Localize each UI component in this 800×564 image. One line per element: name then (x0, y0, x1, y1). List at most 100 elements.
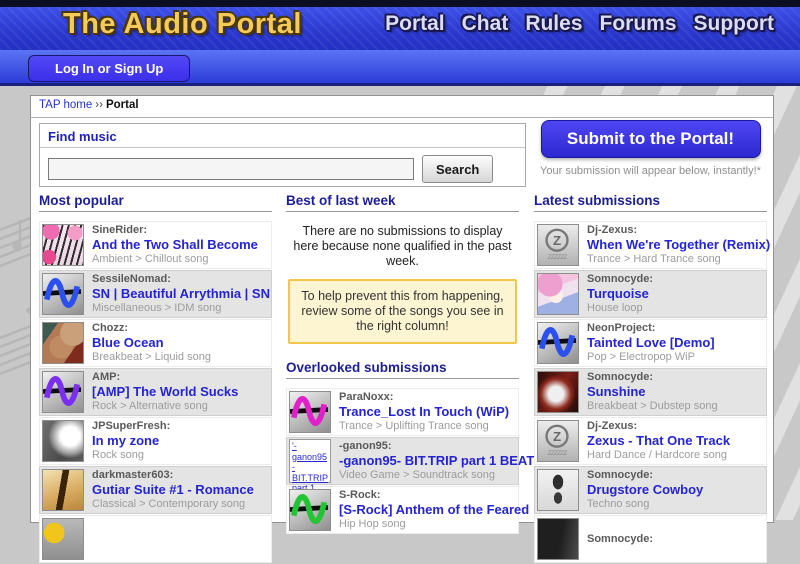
breadcrumb-separator: ›› (95, 99, 103, 111)
song-title-link[interactable]: In my zone (92, 433, 170, 449)
song-thumbnail (289, 489, 331, 531)
song-genre: Breakbeat > Liquid song (92, 351, 211, 364)
best-of-week-column: Best of last week There are no submissio… (286, 193, 519, 535)
song-thumbnail (42, 518, 84, 560)
svg-text:Z: Z (553, 429, 561, 444)
song-list-item[interactable]: darkmaster603: Gutiar Suite #1 - Romance… (39, 466, 272, 514)
song-list-item[interactable]: Somnocyde: Sunshine Breakbeat > Dubstep … (534, 368, 767, 416)
song-title-link[interactable]: SN | Beautiful Arrythmia | SN (92, 286, 269, 302)
nav-rules[interactable]: Rules (525, 12, 582, 36)
song-genre: Trance > Hard Trance song (587, 253, 764, 266)
submit-to-portal-button[interactable]: Submit to the Portal! (541, 120, 761, 158)
song-title-link[interactable]: Turquoise (587, 286, 653, 302)
song-title-link[interactable]: Tainted Love [Demo] (587, 335, 715, 351)
artist-name: darkmaster603: (92, 469, 254, 482)
song-list-item[interactable]: SineRider: And the Two Shall Become Ambi… (39, 221, 272, 269)
background-stripes (774, 144, 800, 520)
most-popular-list: SineRider: And the Two Shall Become Ambi… (39, 221, 272, 563)
search-button[interactable]: Search (422, 155, 493, 183)
song-genre: Techno song (587, 498, 703, 511)
artist-name: SessileNomad: (92, 273, 269, 286)
artist-name: Dj-Zexus: (587, 224, 764, 237)
song-title-link[interactable]: Drugstore Cowboy (587, 482, 703, 498)
nav-support[interactable]: Support (694, 12, 774, 36)
artist-name: Somnocyde: (587, 273, 653, 286)
latest-submissions-list: ZZZZZZZ Dj-Zexus: When We're Together (R… (534, 221, 767, 563)
zexus-logo-icon: ZZZZZZZ (538, 421, 576, 459)
artist-name: Somnocyde: (587, 469, 703, 482)
overlooked-list: ParaNoxx: Trance_Lost In Touch (WiP) Tra… (286, 388, 519, 534)
song-list-item[interactable]: ZZZZZZZ Dj-Zexus: When We're Together (R… (534, 221, 767, 269)
nav-chat[interactable]: Chat (462, 12, 509, 36)
breadcrumb-home-link[interactable]: TAP home (39, 99, 92, 111)
song-title-link[interactable]: Sunshine (587, 384, 718, 400)
song-thumbnail (42, 469, 84, 511)
artist-name: NeonProject: (587, 322, 715, 335)
song-list-item[interactable]: ParaNoxx: Trance_Lost In Touch (WiP) Tra… (286, 388, 519, 436)
submit-caption: Your submission will appear below, insta… (534, 165, 767, 177)
song-genre: Rock song (92, 449, 170, 462)
nav-portal[interactable]: Portal (385, 12, 445, 36)
site-logo: The Audio Portal (63, 8, 302, 41)
song-title-link[interactable]: [AMP] The World Sucks (92, 384, 238, 400)
song-list-item[interactable]: Somnocyde: (534, 515, 767, 563)
song-thumbnail (537, 469, 579, 511)
song-genre: Ambient > Chillout song (92, 253, 258, 266)
artist-name: Chozz: (92, 322, 211, 335)
most-popular-column: Most popular SineRider: And the Two Shal… (39, 193, 272, 564)
latest-submissions-column: Latest submissions ZZZZZZZ Dj-Zexus: Whe… (534, 193, 767, 564)
song-thumbnail: ZZZZZZZ (537, 224, 579, 266)
search-input[interactable] (48, 158, 414, 180)
artist-name: -ganon95: (339, 440, 516, 453)
breadcrumb: TAP home››Portal (31, 96, 773, 118)
find-music-title: Find music (40, 124, 525, 148)
login-signup-button[interactable]: Log In or Sign Up (28, 55, 190, 82)
artist-name: AMP: (92, 371, 238, 384)
artist-name: ParaNoxx: (339, 391, 509, 404)
song-list-item[interactable]: AMP: [AMP] The World Sucks Rock > Altern… (39, 368, 272, 416)
song-list-item[interactable] (39, 515, 272, 563)
song-list-item[interactable]: JPSuperFresh: In my zone Rock song (39, 417, 272, 465)
song-genre: Rock > Alternative song (92, 400, 238, 413)
song-list-item[interactable]: ZZZZZZZ Dj-Zexus: Zexus - That One Track… (534, 417, 767, 465)
main-content: TAP home››Portal Find music Search Submi… (30, 95, 774, 523)
song-title-link[interactable]: And the Two Shall Become (92, 237, 258, 253)
song-title-link[interactable]: [S-Rock] Anthem of the Feared (339, 502, 516, 518)
sine-wave-icon (290, 392, 328, 430)
song-list-item[interactable]: Somnocyde: Drugstore Cowboy Techno song (534, 466, 767, 514)
song-list-item[interactable]: S-Rock: [S-Rock] Anthem of the Feared Hi… (286, 486, 519, 534)
song-thumbnail (42, 273, 84, 315)
song-thumbnail (42, 420, 84, 462)
song-title-link[interactable]: Blue Ocean (92, 335, 211, 351)
no-submissions-message: There are no submissions to display here… (292, 224, 513, 269)
svg-text:ZZZZZZ: ZZZZZZ (548, 450, 568, 457)
overlooked-title: Overlooked submissions (286, 360, 519, 379)
artist-name: Somnocyde: (587, 371, 718, 384)
song-genre: Classical > Contemporary song (92, 498, 254, 511)
login-bar: Log In or Sign Up (0, 50, 800, 86)
song-title-link[interactable]: Gutiar Suite #1 - Romance (92, 482, 254, 498)
artist-name: S-Rock: (339, 489, 516, 502)
sine-wave-icon (43, 274, 81, 312)
song-list-item[interactable]: Somnocyde: Turquoise House loop (534, 270, 767, 318)
song-thumbnail (537, 371, 579, 413)
song-thumbnail (537, 518, 579, 560)
sine-wave-icon (43, 372, 81, 410)
song-title-link[interactable]: Zexus - That One Track (587, 433, 730, 449)
main-nav: Portal Chat Rules Forums Support (385, 12, 774, 36)
submit-panel: Submit to the Portal! Your submission wi… (534, 120, 767, 177)
artist-name: SineRider: (92, 224, 258, 237)
review-help-box: To help prevent this from happening, rev… (288, 279, 517, 344)
nav-forums[interactable]: Forums (600, 12, 677, 36)
song-list-item[interactable]: SessileNomad: SN | Beautiful Arrythmia |… (39, 270, 272, 318)
song-list-item[interactable]: '-ganon95- BIT.TRIP part 1 BEAT' -ganon9… (286, 437, 519, 485)
song-title-link[interactable]: When We're Together (Remix) (587, 237, 764, 253)
song-title-link[interactable]: Trance_Lost In Touch (WiP) (339, 404, 509, 420)
song-list-item[interactable]: NeonProject: Tainted Love [Demo] Pop > E… (534, 319, 767, 367)
find-music-panel: Find music Search (39, 123, 526, 187)
song-genre: Hard Dance / Hardcore song (587, 449, 730, 462)
song-thumbnail: '-ganon95- BIT.TRIP part 1 BEAT' (289, 439, 331, 483)
song-title-link[interactable]: -ganon95- BIT.TRIP part 1 BEAT (339, 453, 516, 469)
song-list-item[interactable]: Chozz: Blue Ocean Breakbeat > Liquid son… (39, 319, 272, 367)
song-thumbnail: ZZZZZZZ (537, 420, 579, 462)
